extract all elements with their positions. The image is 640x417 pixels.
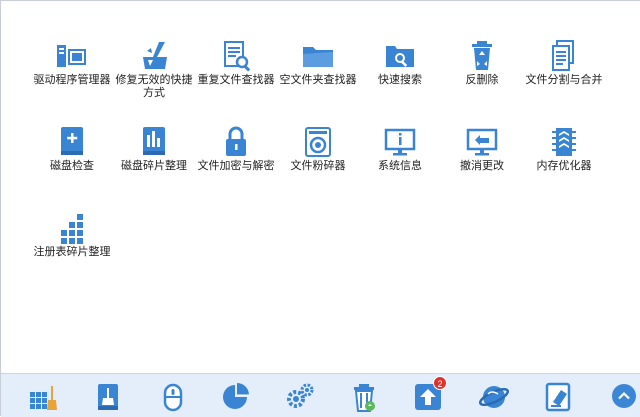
tools-panel: 驱动程序管理器 修复无效的快捷方式 重复文件查找器 空文件夹查找器 快速搜索 反… [1,1,640,373]
cleaner-grid-broom-icon [30,386,57,410]
taskbar-privacy-eraser[interactable] [541,380,575,414]
duplicate-file-finder-icon [219,39,253,73]
file-shredder-icon [301,125,335,159]
tool-label: 文件粉碎器 [290,159,346,172]
empty-folder-finder-icon [301,39,335,73]
taskbar-internet[interactable] [477,380,511,414]
tool-undo-changes[interactable]: 撤消更改 [441,125,523,209]
tool-file-encrypt[interactable]: 文件加密与解密 [195,125,277,209]
repair-shortcut-icon [137,39,171,73]
tool-label: 磁盘碎片整理 [121,159,187,172]
taskbar-pie-chart[interactable] [219,380,253,414]
gears-icon [287,383,314,408]
tool-label: 修复无效的快捷方式 [115,73,193,99]
undo-changes-icon [465,125,499,159]
tool-disk-check[interactable]: 磁盘检查 [31,125,113,209]
taskbar-update[interactable]: 2 [411,376,447,414]
tool-memory-optimizer[interactable]: 内存优化器 [523,125,605,209]
file-split-merge-icon [547,39,581,73]
tool-quick-search[interactable]: 快速搜索 [359,39,441,123]
app-window: 驱动程序管理器 修复无效的快捷方式 重复文件查找器 空文件夹查找器 快速搜索 反… [0,0,640,417]
tool-registry-defrag[interactable]: 注册表碎片整理 [31,211,113,295]
tool-label: 系统信息 [378,159,422,172]
system-info-icon [383,125,417,159]
registry-defrag-icon [55,211,89,245]
tool-file-shredder[interactable]: 文件粉碎器 [277,125,359,209]
bottom-taskbar: 2 [1,373,640,417]
taskbar-cleaner[interactable] [26,380,60,414]
taskbar-mouse[interactable] [156,380,190,414]
taskbar-disk-cleaner[interactable] [91,380,125,414]
tool-label: 空文件夹查找器 [279,73,357,86]
disk-defrag-icon [137,125,171,159]
file-encrypt-lock-icon [219,125,253,159]
tool-system-info[interactable]: 系统信息 [359,125,441,209]
memory-optimizer-icon [547,125,581,159]
driver-manager-icon [55,39,89,73]
tool-empty-folder-finder[interactable]: 空文件夹查找器 [277,39,359,123]
taskbar-settings[interactable] [283,380,317,414]
tool-label: 撤消更改 [460,159,504,172]
disk-check-icon [55,125,89,159]
mouse-icon [163,383,183,412]
tool-duplicate-file-finder[interactable]: 重复文件查找器 [195,39,277,123]
recycle-bin-icon [354,384,375,412]
tool-label: 注册表碎片整理 [33,245,111,258]
chevron-up-icon [618,391,630,400]
tool-disk-defrag[interactable]: 磁盘碎片整理 [113,125,195,209]
tool-label: 内存优化器 [536,159,592,172]
quick-search-icon [383,39,417,73]
taskbar-recycle-bin[interactable] [347,380,381,414]
pie-chart-icon [223,383,249,409]
tool-label: 快速搜索 [378,73,422,86]
tool-label: 文件分割与合并 [525,73,603,86]
tool-label: 文件加密与解密 [197,159,275,172]
tool-file-split-merge[interactable]: 文件分割与合并 [523,39,605,123]
tool-label: 驱动程序管理器 [33,73,111,86]
tool-driver-manager[interactable]: 驱动程序管理器 [31,39,113,123]
update-count-badge: 2 [433,376,447,390]
disk-broom-icon [98,384,118,410]
undelete-icon [465,39,499,73]
internet-globe-icon [478,386,510,408]
tool-undelete[interactable]: 反删除 [441,39,523,123]
tool-label: 重复文件查找器 [197,73,275,86]
collapse-toolbar-button[interactable] [612,384,636,408]
tool-label: 反删除 [465,73,499,86]
tool-repair-shortcut[interactable]: 修复无效的快捷方式 [113,39,195,123]
privacy-eraser-icon [545,382,571,412]
tool-label: 磁盘检查 [50,159,94,172]
